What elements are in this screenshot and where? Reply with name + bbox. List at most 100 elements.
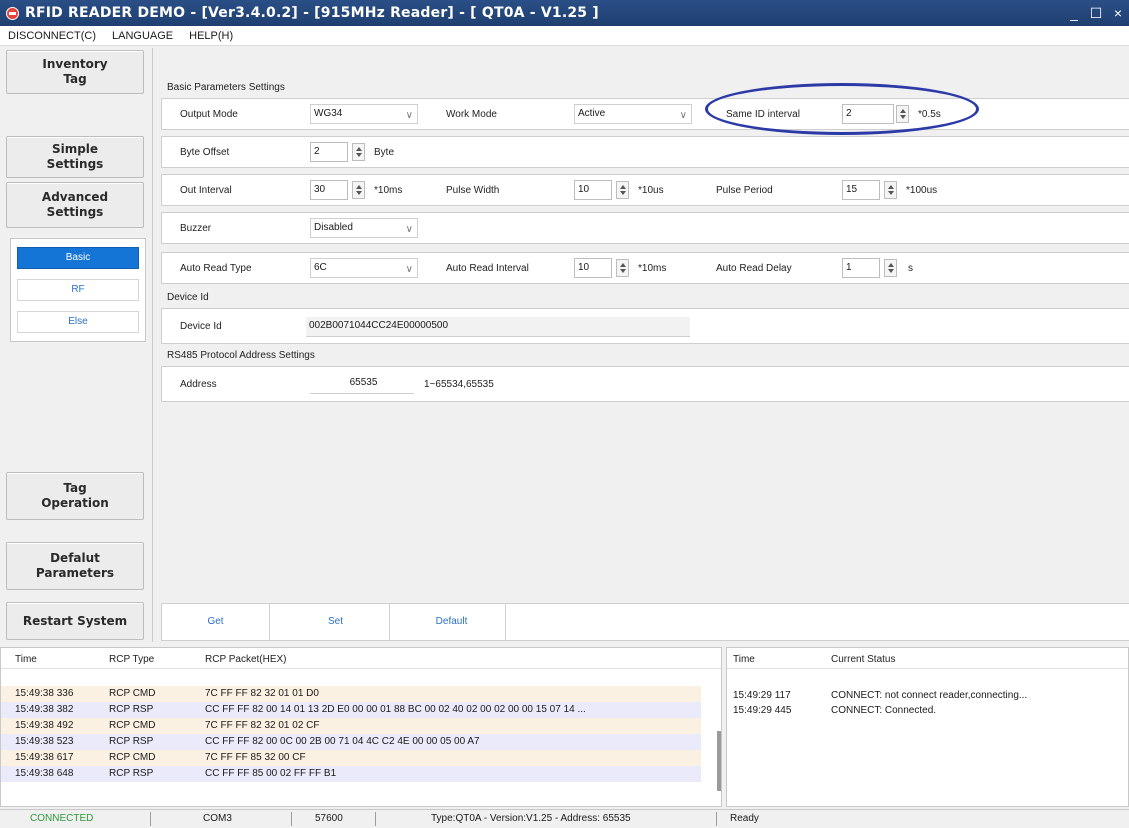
- auto-read-type-select[interactable]: 6C ∨: [310, 258, 418, 278]
- byte-offset-spinner[interactable]: [352, 143, 365, 161]
- log-time: 15:49:38 648: [15, 768, 74, 779]
- get-button[interactable]: Get: [162, 604, 270, 640]
- out-interval-spinner[interactable]: [352, 181, 365, 199]
- log-header-time: Time: [15, 654, 37, 665]
- log-time: 15:49:38 523: [15, 736, 74, 747]
- auto-read-delay-input[interactable]: 1: [842, 258, 880, 278]
- byte-offset-unit: Byte: [374, 147, 395, 158]
- pulse-period-spinner[interactable]: [884, 181, 897, 199]
- set-button[interactable]: Set: [282, 604, 390, 640]
- nav-inventory-tag[interactable]: Inventory Tag: [6, 50, 144, 94]
- window-controls: _ ☐ ×: [1063, 0, 1129, 26]
- work-mode-select[interactable]: Active ∨: [574, 104, 692, 124]
- chevron-down-icon: ∨: [405, 224, 413, 235]
- status-header-time: Time: [733, 654, 755, 665]
- nav-advanced-settings[interactable]: Advanced Settings: [6, 182, 144, 228]
- pulse-period-input[interactable]: 15: [842, 180, 880, 200]
- pulse-period-unit: *100us: [906, 185, 938, 196]
- title-bar: RFID READER DEMO - [Ver3.4.0.2] - [915MH…: [0, 0, 1129, 26]
- buzzer-value: Disabled: [314, 222, 353, 233]
- menu-disconnect[interactable]: DISCONNECT(C): [0, 30, 104, 42]
- buzzer-label: Buzzer: [180, 223, 212, 234]
- log-packet: CC FF FF 85 00 02 FF FF B1: [205, 768, 337, 779]
- log-type: RCP RSP: [109, 736, 154, 747]
- row-output-work-sameid: Output Mode WG34 ∨ Work Mode Active ∨ Same…: [161, 98, 1129, 130]
- log-type: RCP RSP: [109, 768, 154, 779]
- out-interval-label: Out Interval: [180, 185, 232, 196]
- log-packet: 7C FF FF 82 32 01 02 CF: [205, 720, 320, 731]
- auto-read-delay-unit: s: [908, 263, 913, 274]
- log-row[interactable]: 15:49:38 648 RCP RSP CC FF FF 85 00 02 F…: [1, 766, 701, 782]
- buzzer-select[interactable]: Disabled ∨: [310, 218, 418, 238]
- log-row[interactable]: 15:49:38 523 RCP RSP CC FF FF 82 00 0C 0…: [1, 734, 701, 750]
- menu-bar: DISCONNECT(C) LANGUAGE HELP(H): [0, 26, 1129, 46]
- row-buzzer: Buzzer Disabled ∨: [161, 212, 1129, 244]
- address-label: Address: [180, 379, 217, 390]
- status-row[interactable]: 15:49:29 445 CONNECT: Connected.: [727, 703, 1117, 718]
- auto-read-interval-spinner[interactable]: [616, 259, 629, 277]
- port-status: COM3: [203, 813, 232, 824]
- row-byte-offset: Byte Offset 2 Byte: [161, 136, 1129, 168]
- output-mode-select[interactable]: WG34 ∨: [310, 104, 418, 124]
- log-row[interactable]: 15:49:38 617 RCP CMD 7C FF FF 85 32 00 C…: [1, 750, 701, 766]
- status-time: 15:49:29 445: [733, 705, 792, 716]
- output-mode-label: Output Mode: [180, 109, 238, 120]
- subnav-basic[interactable]: Basic: [17, 247, 139, 269]
- log-row[interactable]: 15:49:38 336 RCP CMD 7C FF FF 82 32 01 0…: [1, 686, 701, 702]
- app-icon: [6, 6, 19, 20]
- menu-language[interactable]: LANGUAGE: [104, 30, 181, 42]
- status-row[interactable]: 15:49:29 117 CONNECT: not connect reader…: [727, 688, 1117, 703]
- address-input[interactable]: 65535: [310, 374, 414, 394]
- pulse-width-spinner[interactable]: [616, 181, 629, 199]
- maximize-icon[interactable]: ☐: [1085, 5, 1107, 22]
- nav-simple-settings[interactable]: Simple Settings: [6, 136, 144, 178]
- output-mode-value: WG34: [314, 108, 343, 119]
- status-bar: CONNECTED COM3 57600 Type:QT0A - Version…: [0, 809, 1129, 827]
- log-time: 15:49:38 492: [15, 720, 74, 731]
- pulse-width-label: Pulse Width: [446, 185, 500, 196]
- default-button[interactable]: Default: [398, 604, 506, 640]
- log-type: RCP CMD: [109, 752, 156, 763]
- highlight-annotation: [705, 83, 979, 135]
- log-packet: 7C FF FF 85 32 00 CF: [205, 752, 306, 763]
- out-interval-unit: *10ms: [374, 185, 403, 196]
- log-packet: CC FF FF 82 00 14 01 13 2D E0 00 00 01 8…: [205, 704, 586, 715]
- close-icon[interactable]: ×: [1107, 5, 1129, 21]
- log-row[interactable]: 15:49:38 492 RCP CMD 7C FF FF 82 32 01 0…: [1, 718, 701, 734]
- out-interval-input[interactable]: 30: [310, 180, 348, 200]
- address-range: 1~65534,65535: [424, 379, 494, 390]
- nav-default-parameters[interactable]: Defalut Parameters: [6, 542, 144, 590]
- log-type: RCP RSP: [109, 704, 154, 715]
- minimize-icon[interactable]: _: [1063, 5, 1085, 21]
- menu-help[interactable]: HELP(H): [181, 30, 241, 42]
- chevron-down-icon: ∨: [679, 110, 687, 121]
- log-scrollbar[interactable]: [717, 731, 721, 791]
- status-header-divider: [727, 668, 1128, 669]
- left-navigation: Inventory Tag Simple Settings Advanced S…: [4, 48, 148, 642]
- auto-read-delay-spinner[interactable]: [884, 259, 897, 277]
- subnav-rf[interactable]: RF: [17, 279, 139, 301]
- log-row[interactable]: 15:49:38 382 RCP RSP CC FF FF 82 00 14 0…: [1, 702, 701, 718]
- row-auto-read: Auto Read Type 6C ∨ Auto Read Interval 10…: [161, 252, 1129, 284]
- row-address: Address 65535 1~65534,65535: [161, 366, 1129, 402]
- ready-status: Ready: [730, 813, 759, 824]
- auto-read-interval-input[interactable]: 10: [574, 258, 612, 278]
- nav-tag-operation[interactable]: Tag Operation: [6, 472, 144, 520]
- status-text: CONNECT: Connected.: [831, 705, 937, 716]
- log-packet: 7C FF FF 82 32 01 01 D0: [205, 688, 319, 699]
- log-time: 15:49:38 336: [15, 688, 74, 699]
- subnav-else[interactable]: Else: [17, 311, 139, 333]
- status-time: 15:49:29 117: [733, 690, 791, 701]
- auto-read-interval-unit: *10ms: [638, 263, 667, 274]
- log-type: RCP CMD: [109, 720, 156, 731]
- log-time: 15:49:38 617: [15, 752, 74, 763]
- nav-restart-system[interactable]: Restart System: [6, 602, 144, 640]
- log-header-rcp-type: RCP Type: [109, 654, 155, 665]
- device-id-value: 002B0071044CC24E00000500: [306, 317, 690, 337]
- device-info-status: Type:QT0A - Version:V1.25 - Address: 655…: [431, 813, 631, 824]
- pulse-width-input[interactable]: 10: [574, 180, 612, 200]
- byte-offset-input[interactable]: 2: [310, 142, 348, 162]
- byte-offset-label: Byte Offset: [180, 147, 230, 158]
- log-time: 15:49:38 382: [15, 704, 74, 715]
- chevron-down-icon: ∨: [405, 264, 413, 275]
